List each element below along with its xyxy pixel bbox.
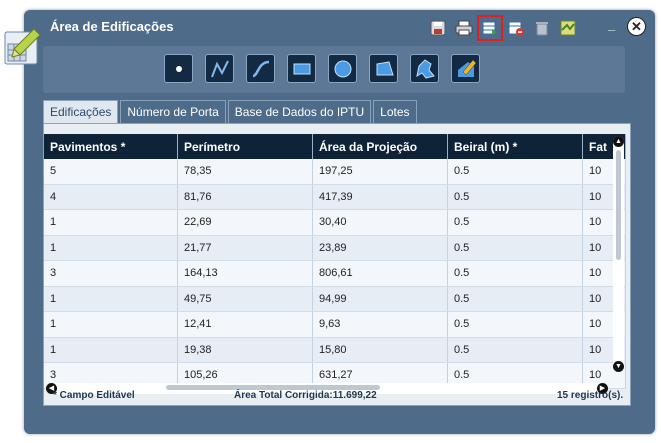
- scroll-up-icon[interactable]: ▲: [613, 136, 624, 147]
- draw-polyline-tool[interactable]: [205, 54, 234, 83]
- table-cell: 12,41: [177, 311, 313, 338]
- edit-shape-tool[interactable]: [451, 54, 480, 83]
- table-cell: 9,63: [312, 311, 448, 338]
- table-cell: 15,80: [312, 337, 448, 363]
- vertical-scroll-thumb[interactable]: [616, 150, 621, 260]
- table-row[interactable]: 1 21,77 23,89 0.5 10: [44, 235, 626, 261]
- save-icon[interactable]: [428, 18, 448, 38]
- table-row[interactable]: 3 164,13 806,61 0.5 10: [44, 260, 626, 287]
- table-cell: 164,13: [177, 260, 313, 287]
- table-cell: 94,99: [312, 286, 448, 312]
- map-icon[interactable]: [558, 18, 578, 38]
- scroll-down-icon[interactable]: ▼: [613, 361, 624, 372]
- draw-freehand-tool[interactable]: [410, 54, 439, 83]
- record-count: 15 registro(s).: [557, 390, 624, 401]
- trash-icon[interactable]: [532, 18, 552, 38]
- table-cell: 806,61: [312, 260, 448, 287]
- editable-field-note: * Campo Editável: [53, 390, 135, 401]
- close-button[interactable]: ✕: [627, 17, 646, 36]
- title-bar[interactable]: Área de Edificações _ ✕: [24, 10, 655, 44]
- drawing-toolbar: [43, 46, 625, 93]
- data-table: Pavimentos * Perímetro Área da Projeção …: [44, 134, 626, 389]
- table-cell: 0.5: [447, 209, 583, 236]
- tab-edificacoes[interactable]: Edificações: [43, 100, 119, 125]
- data-panel: Pavimentos * Perímetro Área da Projeção …: [43, 123, 631, 406]
- status-footer: * Campo Editável Área Total Corrigida:11…: [43, 385, 629, 405]
- tab-lotes[interactable]: Lotes: [373, 100, 417, 123]
- tab-bar: Edificações Número de Porta Base de Dado…: [43, 100, 419, 125]
- table-cell: 1: [44, 286, 178, 312]
- table-cell: 417,39: [312, 184, 448, 210]
- table-cell: 1: [44, 337, 178, 363]
- column-header-beiral[interactable]: Beiral (m) *: [447, 134, 583, 159]
- tab-numero-de-porta[interactable]: Número de Porta: [120, 100, 226, 123]
- table-cell: 22,69: [177, 209, 313, 236]
- draw-point-tool[interactable]: [164, 54, 193, 83]
- table-cell: 1: [44, 311, 178, 338]
- table-cell: 1: [44, 209, 178, 236]
- table-cell: 5: [44, 159, 178, 185]
- table-cell: 0.5: [447, 235, 583, 261]
- table-cell: 3: [44, 260, 178, 287]
- table-cell: 4: [44, 184, 178, 210]
- table-row[interactable]: 1 12,41 9,63 0.5 10: [44, 311, 626, 338]
- export-table-icon[interactable]: [477, 15, 503, 41]
- table-cell: 0.5: [447, 337, 583, 363]
- table-cell: 81,76: [177, 184, 313, 210]
- table-cell: 30,40: [312, 209, 448, 236]
- table-cell: 0.5: [447, 311, 583, 338]
- draw-curve-tool[interactable]: [246, 54, 275, 83]
- table-cell: 0.5: [447, 260, 583, 287]
- table-row[interactable]: 5 78,35 197,25 0.5 10: [44, 159, 626, 185]
- table-cell: 21,77: [177, 235, 313, 261]
- table-row[interactable]: 4 81,76 417,39 0.5 10: [44, 184, 626, 210]
- draw-circle-tool[interactable]: [328, 54, 357, 83]
- table-row[interactable]: 1 22,69 30,40 0.5 10: [44, 209, 626, 236]
- remove-table-icon[interactable]: [506, 18, 526, 38]
- draw-polygon-tool[interactable]: [369, 54, 398, 83]
- toolbar: [428, 15, 578, 41]
- column-header-area-projecao[interactable]: Área da Projeção: [312, 134, 448, 159]
- print-icon[interactable]: [454, 18, 474, 38]
- total-area-label: Área Total Corrigida:11.699,22: [234, 390, 377, 401]
- edificacoes-window: Área de Edificações _ ✕ Edificações Núme…: [24, 10, 655, 434]
- draw-rectangle-tool[interactable]: [287, 54, 316, 83]
- column-header-perimetro[interactable]: Perímetro: [177, 134, 313, 159]
- table-cell: 0.5: [447, 159, 583, 185]
- window-title: Área de Edificações: [50, 19, 174, 34]
- minimize-button[interactable]: _: [608, 18, 622, 32]
- edificacoes-app-icon: [4, 27, 42, 65]
- table-cell: 0.5: [447, 286, 583, 312]
- table-row[interactable]: 1 49,75 94,99 0.5 10: [44, 286, 626, 312]
- table-cell: 78,35: [177, 159, 313, 185]
- table-cell: 19,38: [177, 337, 313, 363]
- table-cell: 49,75: [177, 286, 313, 312]
- column-header-pavimentos[interactable]: Pavimentos *: [44, 134, 178, 159]
- table-cell: 1: [44, 235, 178, 261]
- table-cell: 23,89: [312, 235, 448, 261]
- table-cell: 0.5: [447, 184, 583, 210]
- table-row[interactable]: 1 19,38 15,80 0.5 10: [44, 337, 626, 363]
- tab-base-de-dados-iptu[interactable]: Base de Dados do IPTU: [227, 100, 372, 123]
- table-cell: 197,25: [312, 159, 448, 185]
- vertical-scrollbar[interactable]: ▲ ▼: [613, 136, 624, 372]
